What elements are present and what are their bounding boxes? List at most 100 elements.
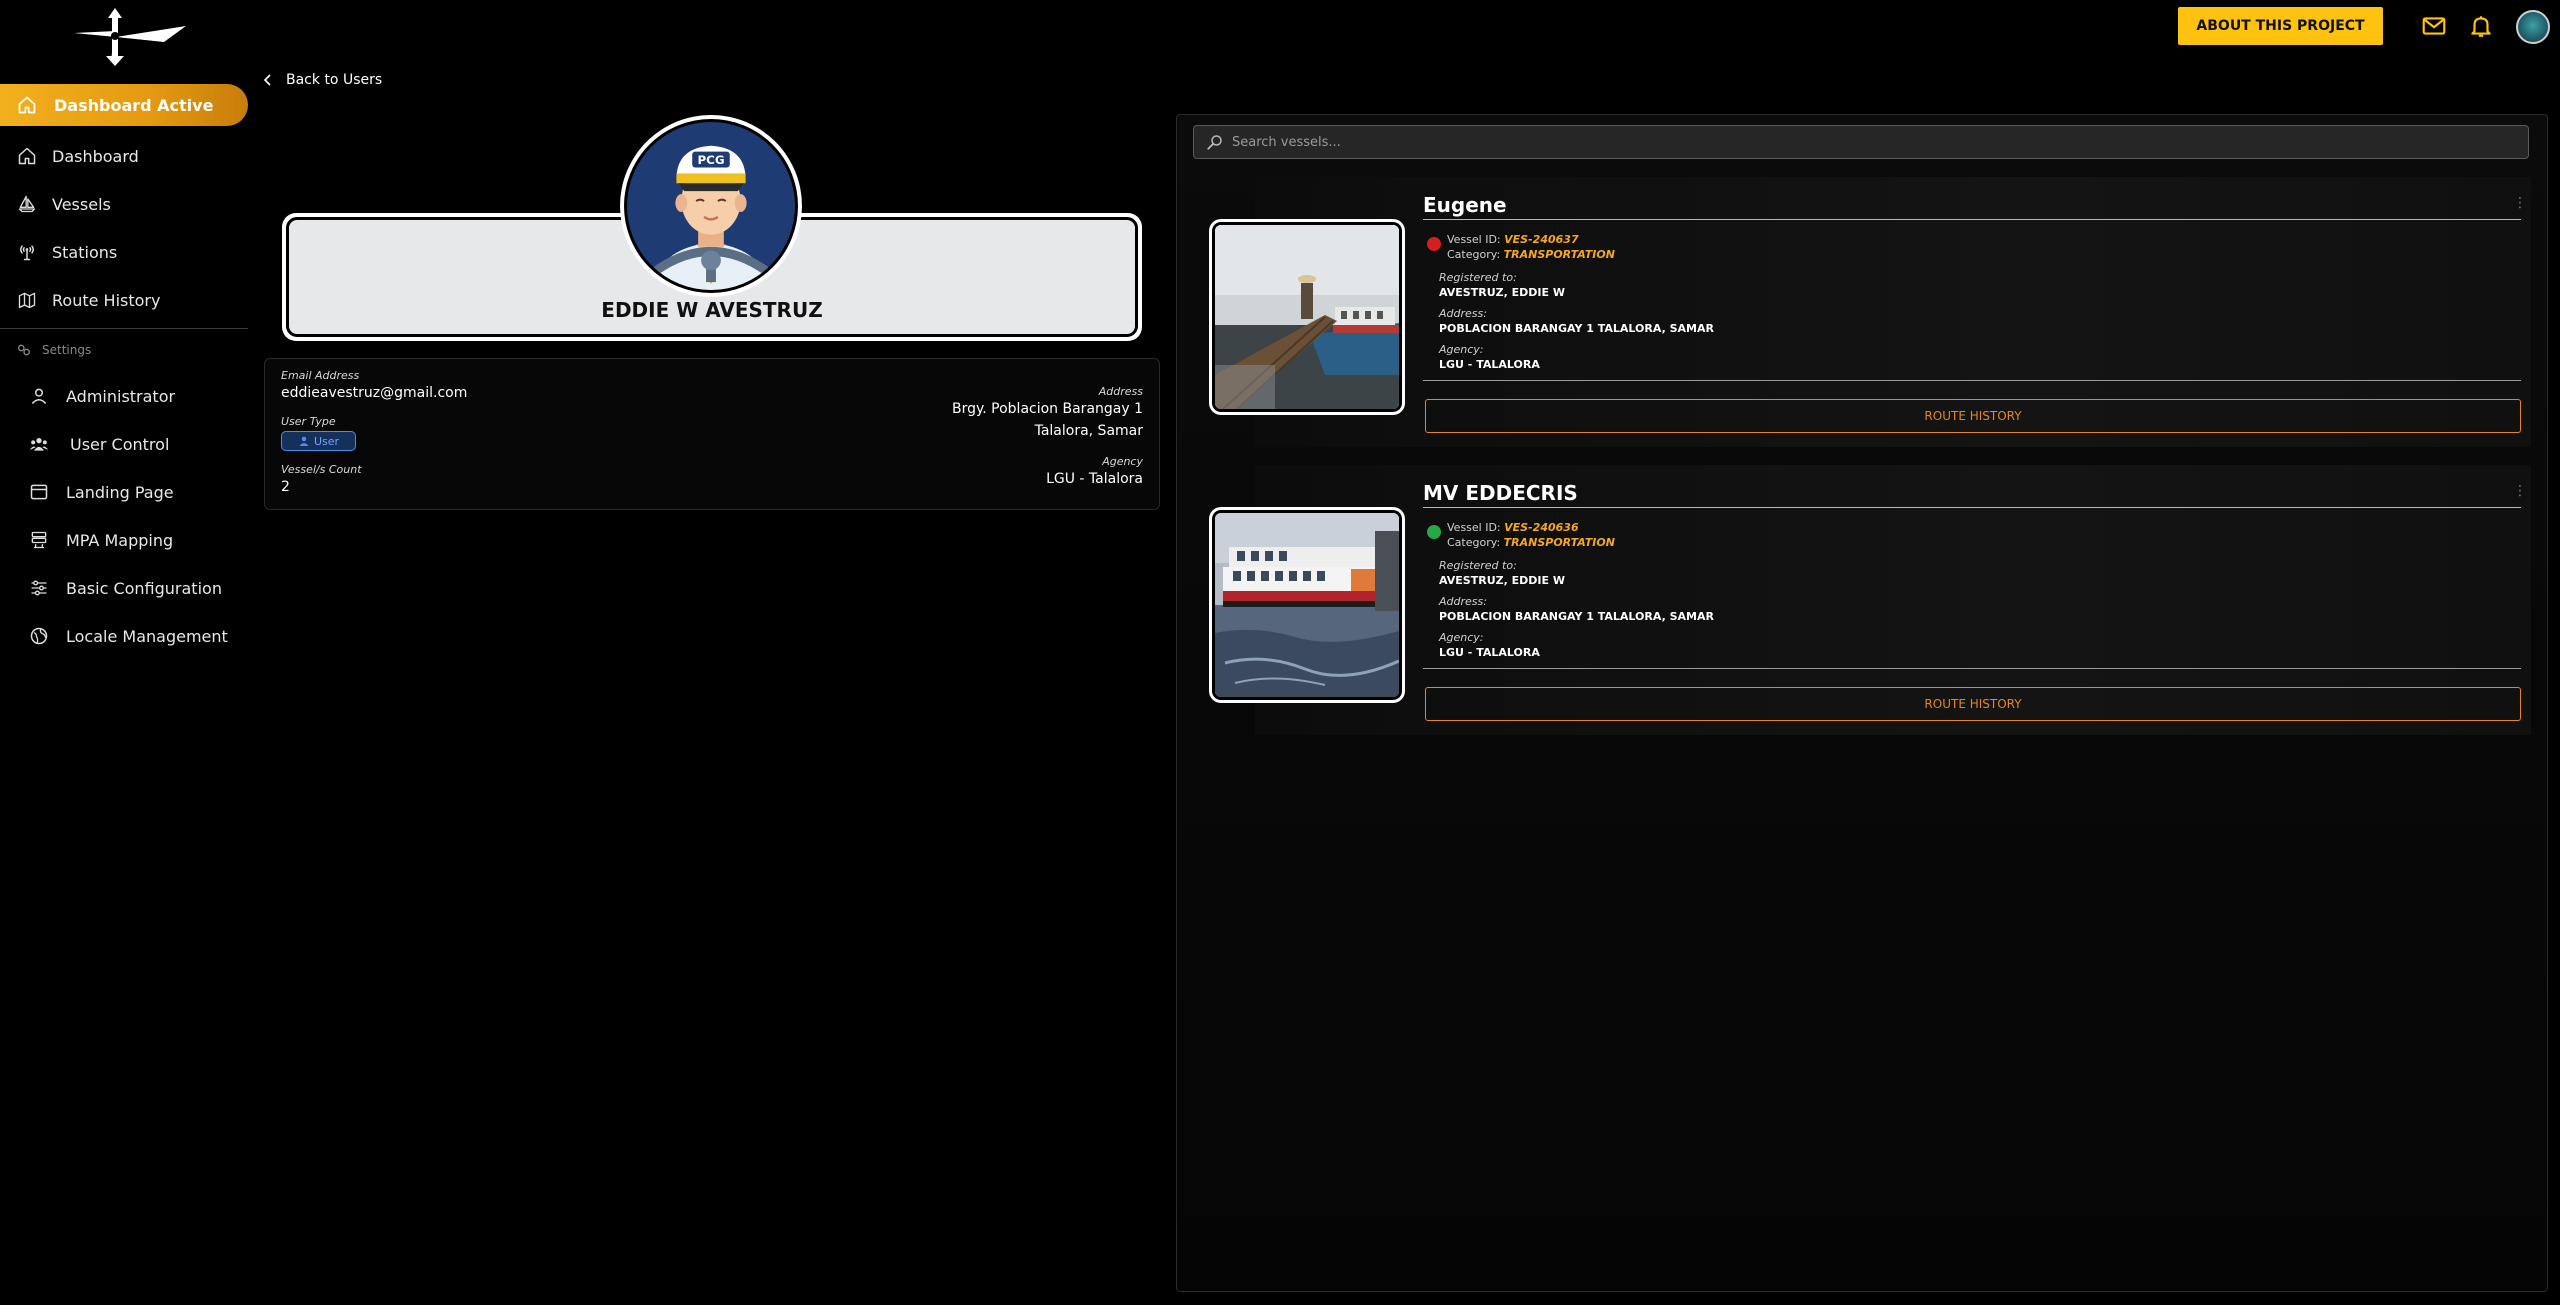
sidebar-item-stations[interactable]: Stations [0,232,248,272]
vessel-category-value: TRANSPORTATION [1503,248,1615,261]
registered-to-label: Registered to: [1439,559,1517,572]
globe-icon [28,625,50,647]
vessel-photo[interactable] [1209,507,1405,703]
layers-icon [28,529,50,551]
vessel-photo-image [1212,222,1402,412]
vessel-id-row: Vessel ID: VES-240636 [1447,521,1579,534]
vessel-category-label: Category: [1447,536,1501,549]
user-avatar[interactable] [2516,10,2550,44]
vessel-id-value: VES-240636 [1504,521,1579,534]
vessel-search-input[interactable] [1232,134,2512,150]
agency-label: Agency: [1439,631,1484,644]
vessel-name: MV EDDECRIS [1423,481,1578,505]
sidebar-item-vessels[interactable]: Vessels [0,184,248,224]
vessel-id-value: VES-240637 [1504,233,1579,246]
home-icon [16,145,38,167]
vessel-category-label: Category: [1447,248,1501,261]
sidebar-item-landing-page[interactable]: Landing Page [0,472,248,512]
person-icon [299,436,309,446]
sidebar-item-dashboard-active[interactable]: Dashboard Active [0,84,248,126]
map-icon [16,289,38,311]
vessels-panel: Eugene ⋮ Vessel ID: VES-240637 Category:… [1176,114,2548,1292]
sidebar-item-label: Stations [52,242,118,262]
mail-icon[interactable] [2420,12,2448,40]
sidebar-item-label: Dashboard Active [54,95,214,115]
vessel-status-dot [1427,237,1441,251]
person-icon [28,385,50,407]
sidebar-item-label: Landing Page [66,482,174,502]
sidebar-item-locale-management[interactable]: Locale Management [0,616,248,656]
vessel-count-label: Vessel/s Count [281,463,362,476]
sidebar-item-route-history[interactable]: Route History [0,280,248,320]
sidebar-item-label: Administrator [66,386,176,406]
user-type-badge: User [281,431,357,451]
sidebar-item-label: MPA Mapping [66,530,174,550]
more-options-icon[interactable]: ⋮ [2513,483,2527,499]
vessel-category-row: Category: TRANSPORTATION [1447,536,1615,549]
about-project-button[interactable]: ABOUT THIS PROJECT [2178,7,2383,45]
registered-to-value: AVESTRUZ, EDDIE W [1439,286,1565,299]
sidebar-item-label: Basic Configuration [66,578,222,598]
address-value: POBLACION BARANGAY 1 TALALORA, SAMAR [1439,610,1714,623]
vessel-card: MV EDDECRIS ⋮ Vessel ID: VES-240636 Cate… [1209,465,2531,735]
agency-value: LGU - TALALORA [1439,646,1540,659]
sidebar-item-label: Route History [52,290,161,310]
more-options-icon[interactable]: ⋮ [2513,195,2527,211]
email-label: Email Address [281,369,360,382]
sidebar-item-dashboard[interactable]: Dashboard [0,136,248,176]
home-icon [16,94,38,116]
route-history-button[interactable]: ROUTE HISTORY [1425,399,2521,433]
app-logo[interactable] [68,6,188,68]
sidebar-item-label: Dashboard [52,146,139,166]
user-type-label: User Type [281,415,336,428]
address-label: Address [1098,385,1143,398]
vessel-id-row: Vessel ID: VES-240637 [1447,233,1579,246]
settings-section-label: Settings [16,342,91,358]
vessel-divider [1423,219,2521,220]
users-icon [28,433,50,455]
vessel-card: Eugene ⋮ Vessel ID: VES-240637 Category:… [1209,177,2531,447]
app-root: Dashboard Active Dashboard Vessels Stati… [0,0,2560,1305]
vessel-search-bar[interactable] [1193,125,2529,159]
sidebar-item-label: User Control [70,434,170,454]
antenna-icon [16,241,38,263]
vessel-photo[interactable] [1209,219,1405,415]
vessel-id-label: Vessel ID: [1447,233,1501,246]
back-to-users-link[interactable]: Back to Users [262,72,382,88]
agency-label: Agency: [1439,343,1484,356]
vessel-category-value: TRANSPORTATION [1503,536,1615,549]
address-label: Address: [1439,595,1487,608]
registered-to-value: AVESTRUZ, EDDIE W [1439,574,1565,587]
vessel-photo-image [1212,510,1402,700]
vessel-status-dot [1427,525,1441,539]
address-line1: Brgy. Poblacion Barangay 1 [951,401,1143,417]
search-icon [1206,133,1224,151]
sidebar-item-label: Locale Management [66,626,228,646]
vessel-count-value: 2 [281,479,290,495]
sidebar-item-label: Vessels [52,194,111,214]
profile-info-card: Email Address eddieavestruz@gmail.com Us… [264,358,1160,510]
vessel-divider [1423,668,2521,669]
route-history-button[interactable]: ROUTE HISTORY [1425,687,2521,721]
sidebar-item-mpa-mapping[interactable]: MPA Mapping [0,520,248,560]
settings-label-text: Settings [42,343,92,357]
sidebar-item-user-control[interactable]: User Control [0,424,248,464]
email-value: eddieavestruz@gmail.com [281,385,468,401]
vessel-id-label: Vessel ID: [1447,521,1501,534]
profile-name: EDDIE W AVESTRUZ [601,298,823,322]
sliders-icon [28,577,50,599]
sidebar-item-basic-configuration[interactable]: Basic Configuration [0,568,248,608]
captain-illustration: PCG [624,119,798,293]
chevron-left-icon [262,73,274,87]
user-type-value: User [314,434,340,448]
profile-avatar: PCG [620,115,802,297]
bell-icon[interactable] [2467,12,2495,40]
sidebar-item-administrator[interactable]: Administrator [0,376,248,416]
address-label: Address: [1439,307,1487,320]
sailboat-icon [16,193,38,215]
avatar-badge-text: PCG [697,153,724,167]
registered-to-label: Registered to: [1439,271,1517,284]
agency-value: LGU - TALALORA [1439,358,1540,371]
settings-icon [16,342,32,358]
agency-label: Agency [1102,455,1143,468]
